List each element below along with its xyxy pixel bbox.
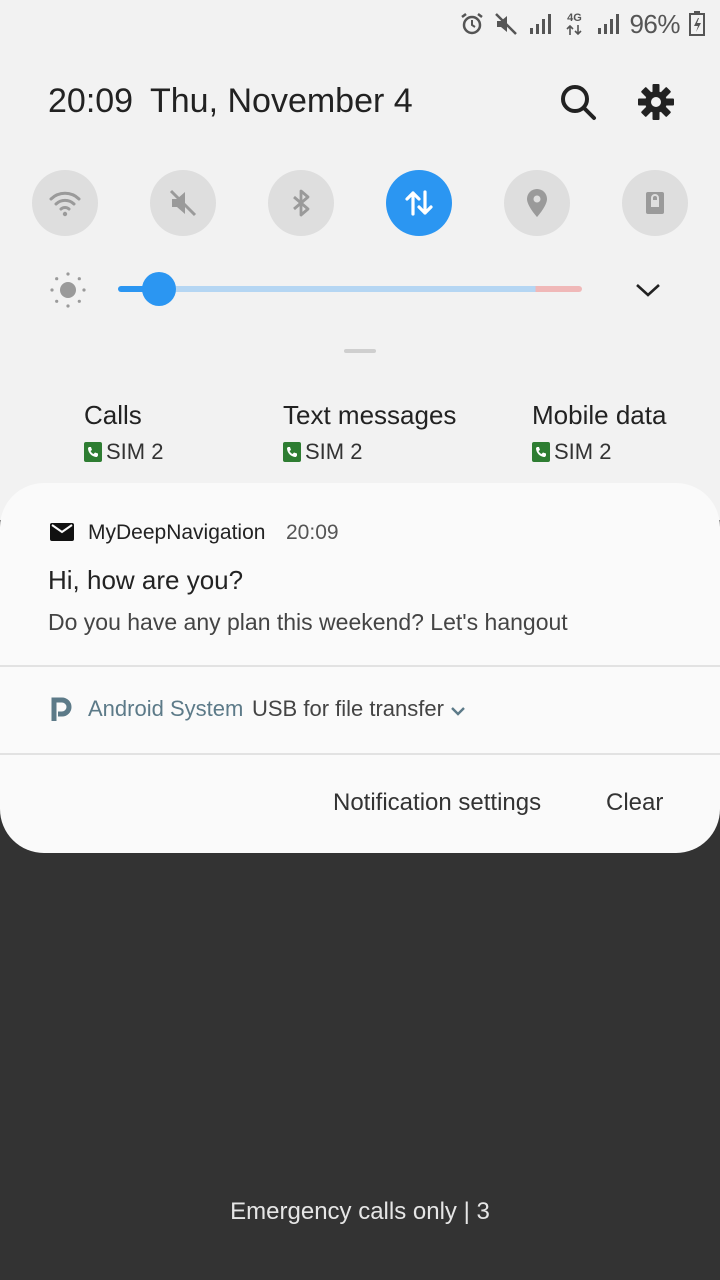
network-type-icon: 4G bbox=[561, 11, 587, 37]
sim-mobile-data-label: SIM 2 bbox=[554, 439, 612, 464]
signal-icon bbox=[527, 11, 553, 37]
sim-text-messages-label: SIM 2 bbox=[305, 439, 363, 464]
sim-mobile-data[interactable]: Mobile data SIM 2 bbox=[532, 400, 666, 465]
search-button[interactable] bbox=[556, 80, 600, 124]
sim-calls-title: Calls bbox=[84, 400, 142, 430]
location-pin-icon bbox=[527, 189, 547, 217]
sim-text-messages[interactable]: Text messages SIM 2 bbox=[283, 400, 456, 465]
wifi-icon bbox=[49, 191, 81, 217]
lock-icon bbox=[646, 192, 664, 214]
notification-settings-button[interactable]: Notification settings bbox=[333, 789, 541, 817]
battery-percent: 96% bbox=[629, 8, 680, 39]
search-icon bbox=[561, 85, 596, 120]
toggle-sound[interactable] bbox=[150, 170, 216, 236]
clock-time: 20:09 bbox=[48, 82, 134, 120]
status-bar: 4G 96% bbox=[459, 8, 706, 40]
expand-panel-button[interactable] bbox=[626, 270, 670, 310]
brightness-slider-thumb[interactable] bbox=[142, 272, 176, 306]
sim-phone-icon bbox=[283, 442, 301, 462]
bluetooth-icon bbox=[293, 189, 310, 217]
toggle-bluetooth[interactable] bbox=[268, 170, 334, 236]
settings-button[interactable] bbox=[634, 80, 678, 124]
brightness-icon bbox=[50, 272, 86, 308]
sim-mobile-data-title: Mobile data bbox=[532, 400, 667, 430]
battery-charging-icon bbox=[688, 11, 706, 37]
system-app-name: Android System bbox=[88, 696, 244, 721]
panel-drag-handle[interactable] bbox=[344, 349, 376, 353]
notification-app-name: MyDeepNavigation bbox=[88, 521, 266, 544]
divider bbox=[0, 753, 720, 755]
clock-date: Thu, November 4 bbox=[150, 82, 413, 120]
mute-icon bbox=[169, 189, 197, 217]
emergency-calls-text: Emergency calls only | 3 bbox=[230, 1198, 490, 1225]
mail-icon bbox=[50, 523, 74, 541]
toggle-location[interactable] bbox=[504, 170, 570, 236]
gear-icon bbox=[638, 84, 674, 120]
clear-button[interactable]: Clear bbox=[606, 789, 663, 817]
notification-time: 20:09 bbox=[286, 521, 339, 544]
chevron-down-icon[interactable] bbox=[448, 701, 468, 721]
brightness-slider[interactable] bbox=[118, 286, 582, 292]
system-notification-text: USB for file transfer bbox=[252, 696, 444, 721]
sim-phone-icon bbox=[84, 442, 102, 462]
mute-icon bbox=[493, 11, 519, 37]
notification-body: Do you have any plan this weekend? Let's… bbox=[48, 609, 568, 635]
alarm-icon bbox=[459, 11, 485, 37]
notification-card: MyDeepNavigation 20:09 Hi, how are you? … bbox=[0, 483, 720, 853]
sim-phone-icon bbox=[532, 442, 550, 462]
quick-panel: 4G 96% 20:09 Thu, November 4 Calls SIM 2… bbox=[0, 0, 720, 520]
toggle-wifi[interactable] bbox=[32, 170, 98, 236]
notification-title: Hi, how are you? bbox=[48, 565, 244, 595]
sim-text-messages-title: Text messages bbox=[283, 400, 457, 430]
chevron-down-icon bbox=[636, 284, 660, 297]
sim-calls-label: SIM 2 bbox=[106, 439, 164, 464]
data-arrows-icon bbox=[405, 190, 433, 216]
sim-calls[interactable]: Calls SIM 2 bbox=[84, 400, 163, 465]
toggle-mobile-data[interactable] bbox=[386, 170, 452, 236]
network-type-label: 4G bbox=[567, 12, 582, 24]
divider bbox=[0, 665, 720, 667]
quick-toggles bbox=[32, 170, 688, 236]
toggle-screen-lock[interactable] bbox=[622, 170, 688, 236]
android-system-icon bbox=[51, 697, 72, 721]
signal-icon bbox=[595, 11, 621, 37]
